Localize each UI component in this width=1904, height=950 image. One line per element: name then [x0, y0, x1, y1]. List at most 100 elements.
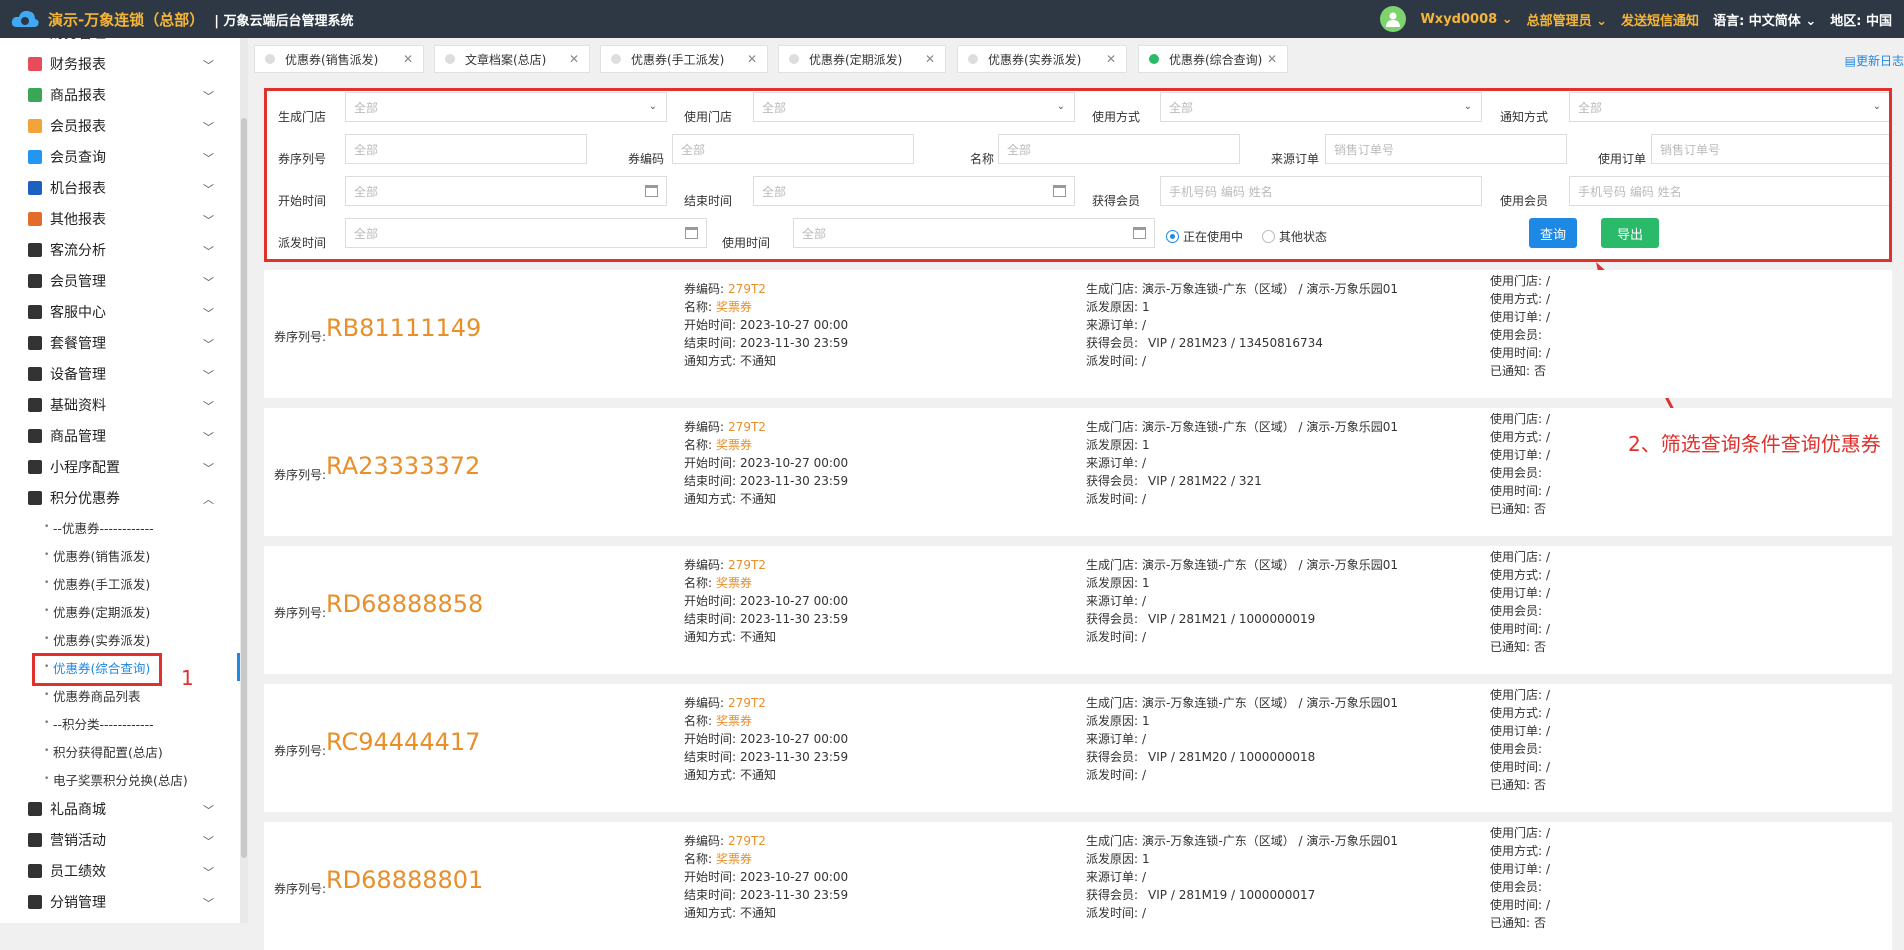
sidebar-subitem-label: 积分获得配置(总店): [53, 744, 163, 760]
coupon-detail-column: 生成门店: 演示-万象连锁-广东（区域） / 演示-万象乐园01 派发原因: 1 来源订…: [1086, 694, 1398, 784]
coupon-card[interactable]: 券序列号: RB81111149 券编码: 279T2 名称: 奖票券 开始时间: 2023-…: [264, 270, 1892, 398]
sidebar-item[interactable]: 商品报表 ﹀: [0, 79, 240, 110]
scrollbar-thumb[interactable]: [241, 118, 247, 858]
sidebar-item[interactable]: 财务报表 ﹀: [0, 48, 240, 79]
coupon-detail-column: 券编码: 279T2 名称: 奖票券 开始时间: 2023-10-27 00:00 结束时间…: [684, 694, 848, 784]
sidebar-item[interactable]: 设备管理 ﹀: [0, 358, 240, 389]
sidebar-subitem[interactable]: 优惠券(销售派发): [0, 541, 240, 569]
tag-icon: [28, 490, 42, 505]
coupon-detail-column: 券编码: 279T2 名称: 奖票券 开始时间: 2023-10-27 00:00 结束时间…: [684, 556, 848, 646]
region-menu[interactable]: 地区: 中国: [1830, 10, 1892, 29]
sidebar-item[interactable]: 礼品商城 ﹀: [0, 793, 240, 824]
sidebar-subitem[interactable]: --优惠券------------: [0, 513, 240, 541]
tab-1[interactable]: 文章档案(总店) ✕: [434, 45, 590, 73]
detail-value: 2023-10-27 00:00: [740, 594, 849, 608]
sidebar-subitem-label: --优惠券------------: [53, 520, 154, 536]
detail-row: 使用订单: /: [1490, 584, 1550, 602]
sidebar-item[interactable]: 小程序配置 ﹀: [0, 451, 240, 482]
tab-4[interactable]: 优惠券(实券派发) ✕: [957, 45, 1127, 73]
detail-label: 派发时间:: [1086, 906, 1139, 920]
tab-5[interactable]: 优惠券(综合查询) ✕: [1138, 45, 1288, 73]
sidebar-item-label: 礼品商城: [50, 801, 106, 818]
coupon-card[interactable]: 券序列号: RD68888801 券编码: 279T2 名称: 奖票券 开始时间: 2023-…: [264, 822, 1892, 950]
detail-row: 使用会员:: [1490, 464, 1550, 482]
tab-2[interactable]: 优惠券(手工派发) ✕: [600, 45, 768, 73]
coupon-card[interactable]: 券序列号: RD68888858 券编码: 279T2 名称: 奖票券 开始时间: 2023-…: [264, 546, 1892, 674]
sidebar-item[interactable]: 会员查询 ﹀: [0, 141, 240, 172]
tab-0[interactable]: 优惠券(销售派发) ✕: [254, 45, 424, 73]
sidebar-subitem[interactable]: 积分获得配置(总店): [0, 737, 240, 765]
sidebar-item[interactable]: 员工绩效 ﹀: [0, 855, 240, 886]
brand-logo[interactable]: 演示-万象连锁（总部） | 万象云端后台管理系统: [10, 7, 354, 31]
close-icon[interactable]: ✕: [747, 52, 757, 66]
sidebar-item[interactable]: 客服中心 ﹀: [0, 296, 240, 327]
detail-value: /: [1546, 898, 1551, 912]
close-icon[interactable]: ✕: [569, 52, 579, 66]
detail-label: 使用会员:: [1490, 742, 1543, 756]
stack-icon: [28, 211, 42, 226]
detail-label: 券编码:: [684, 282, 725, 296]
detail-label: 使用时间:: [1490, 346, 1543, 360]
sidebar-item-label: 会员查询: [50, 149, 106, 166]
detail-label: 生成门店:: [1086, 834, 1139, 848]
sidebar-item[interactable]: 分销管理 ﹀: [0, 886, 240, 917]
sidebar-item[interactable]: 基础资料 ﹀: [0, 389, 240, 420]
detail-value: /: [1142, 732, 1147, 746]
detail-label: 获得会员:: [1086, 474, 1139, 488]
user-menu[interactable]: Wxyd0008 ⌄: [1420, 12, 1512, 27]
detail-label: 开始时间:: [684, 318, 737, 332]
doc-icon: ▤: [1844, 54, 1856, 68]
close-icon[interactable]: ✕: [1106, 52, 1116, 66]
tab-3[interactable]: 优惠券(定期派发) ✕: [778, 45, 946, 73]
detail-row: 使用时间: /: [1490, 482, 1550, 500]
chevron-down-icon: ﹀: [203, 276, 214, 289]
sidebar-item[interactable]: 营销活动 ﹀: [0, 824, 240, 855]
sidebar-item[interactable]: 会员管理 ﹀: [0, 265, 240, 296]
coupon-card[interactable]: 券序列号: RC94444417 券编码: 279T2 名称: 奖票券 开始时间: 2023-…: [264, 684, 1892, 812]
detail-label: 结束时间:: [684, 336, 737, 350]
sidebar-subitem[interactable]: 优惠券(定期派发): [0, 597, 240, 625]
sidebar-item[interactable]: 会员报表 ﹀: [0, 110, 240, 141]
sidebar: 财务管理财务报表﹀商品报表﹀会员报表﹀会员查询﹀机台报表﹀其他报表﹀客流分析﹀会…: [0, 38, 240, 923]
sidebar-subitem[interactable]: --积分类------------: [0, 709, 240, 737]
chevron-down-icon: ⌄: [1596, 13, 1608, 29]
sidebar-subitem[interactable]: 优惠券(手工派发): [0, 569, 240, 597]
coupon-detail-column: 生成门店: 演示-万象连锁-广东（区域） / 演示-万象乐园01 派发原因: 1 来源订…: [1086, 418, 1398, 508]
close-icon[interactable]: ✕: [925, 52, 935, 66]
close-icon[interactable]: ✕: [403, 52, 413, 66]
detail-row: 开始时间: 2023-10-27 00:00: [684, 868, 848, 886]
sidebar-item-label: 分销管理: [50, 894, 106, 911]
detail-value: VIP / 281M20 / 1000000018: [1148, 750, 1316, 764]
sidebar-subitem[interactable]: 电子奖票积分兑换(总店): [0, 765, 240, 793]
sidebar-item[interactable]: 套餐管理 ﹀: [0, 327, 240, 358]
language-menu[interactable]: 语言: 中文简体 ⌄: [1713, 10, 1816, 29]
sidebar-item[interactable]: 客流分析 ﹀: [0, 234, 240, 265]
system-name: | 万象云端后台管理系统: [214, 13, 354, 29]
detail-row: 结束时间: 2023-11-30 23:59: [684, 748, 848, 766]
chevron-down-icon: ﹀: [203, 59, 214, 72]
sidebar-subitem[interactable]: 优惠券(实券派发): [0, 625, 240, 653]
detail-label: 派发原因:: [1086, 714, 1139, 728]
sms-notify-link[interactable]: 发送短信通知: [1621, 10, 1699, 29]
sidebar-item[interactable]: 积分优惠券 ︿: [0, 482, 240, 513]
sidebar-item-cut[interactable]: 财务管理: [0, 38, 240, 48]
detail-row: 获得会员: VIP / 281M19 / 1000000017: [1086, 886, 1398, 904]
sidebar-item[interactable]: 其他报表 ﹀: [0, 203, 240, 234]
sidebar-scrollbar[interactable]: [240, 38, 248, 923]
annotation-step-1: 1: [181, 666, 194, 690]
detail-value: /: [1546, 724, 1551, 738]
sidebar-item[interactable]: 商品管理 ﹀: [0, 420, 240, 451]
detail-value: 演示-万象连锁-广东（区域） / 演示-万象乐园01: [1142, 696, 1398, 710]
detail-value: 否: [1534, 778, 1547, 792]
detail-label: 已通知:: [1490, 916, 1531, 930]
role-menu[interactable]: 总部管理员 ⌄: [1527, 10, 1607, 29]
detail-label: 使用订单:: [1490, 448, 1543, 462]
update-log-link[interactable]: ▤更新日志: [1845, 52, 1904, 69]
sidebar-item[interactable]: 机台报表 ﹀: [0, 172, 240, 203]
detail-label: 开始时间:: [684, 456, 737, 470]
avatar[interactable]: [1380, 6, 1407, 32]
sidebar-item-label: 财务报表: [50, 56, 106, 73]
sidebar-item-label: 商品管理: [50, 428, 106, 445]
close-icon[interactable]: ✕: [1267, 52, 1277, 66]
detail-row: 券编码: 279T2: [684, 418, 848, 436]
